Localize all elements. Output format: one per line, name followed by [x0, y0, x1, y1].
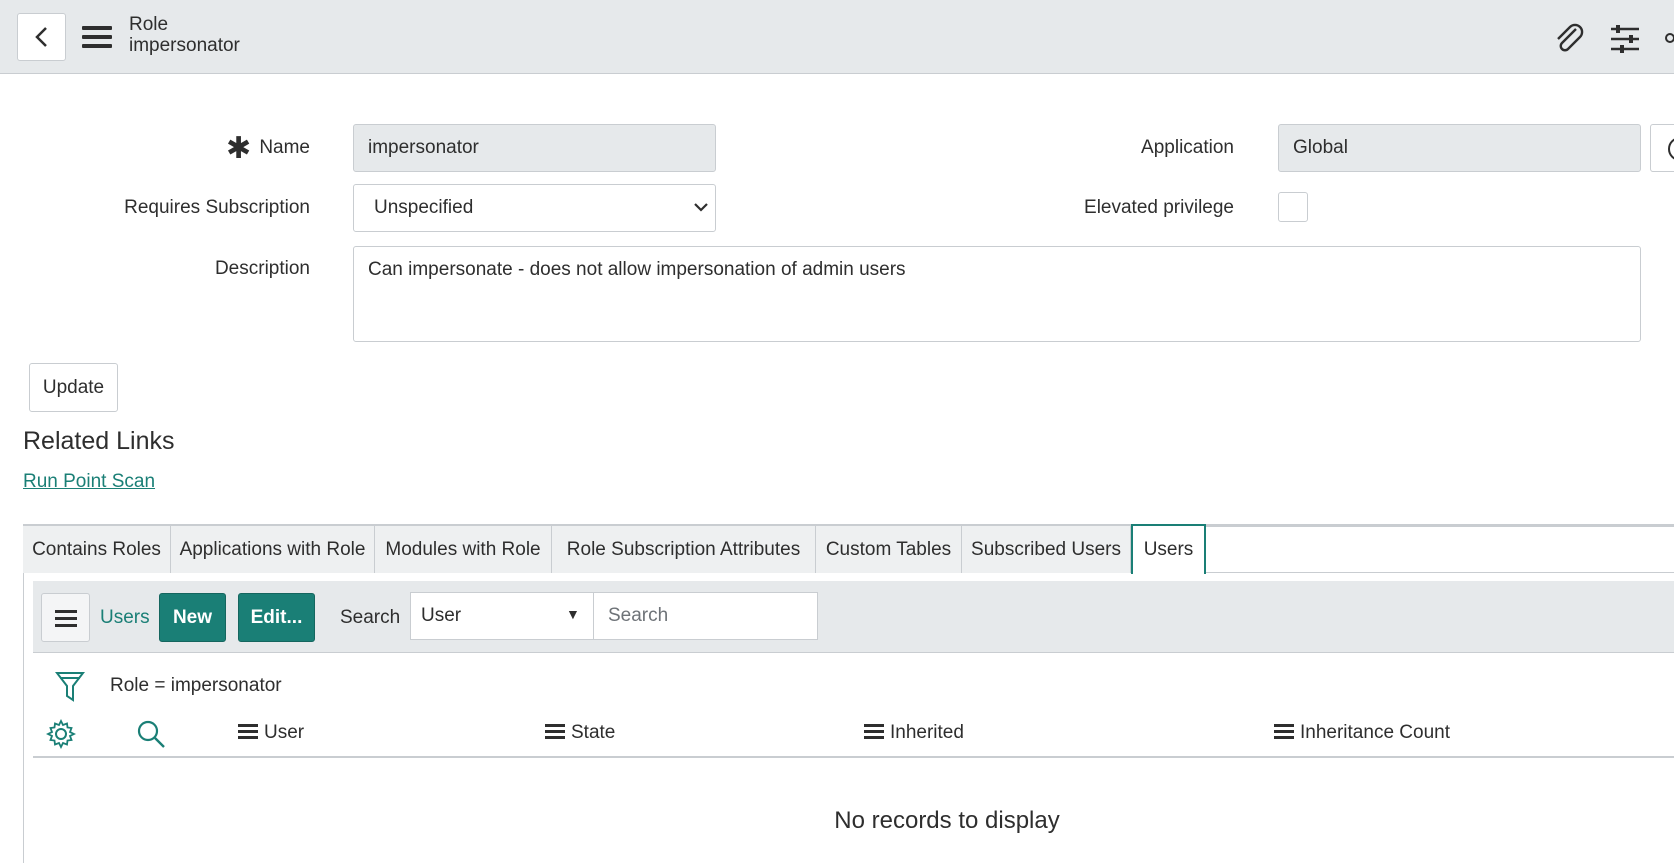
search-input[interactable]: Search: [593, 592, 818, 640]
column-header-divider: [33, 756, 1674, 758]
elevated-privilege-checkbox[interactable]: [1278, 192, 1308, 222]
back-button[interactable]: [17, 13, 66, 61]
column-header-inheritance-count[interactable]: Inheritance Count: [1274, 722, 1450, 744]
application-label: Application: [1141, 137, 1234, 158]
hamburger-menu-icon[interactable]: [82, 26, 112, 48]
tab-subscribed-users[interactable]: Subscribed Users: [962, 526, 1131, 573]
column-header-user[interactable]: User: [238, 722, 304, 744]
name-field[interactable]: impersonator: [353, 124, 716, 172]
filter-breadcrumb[interactable]: Role = impersonator: [110, 675, 282, 697]
name-label: Name: [259, 137, 310, 158]
tab-modules-with-role[interactable]: Modules with Role: [375, 526, 552, 573]
application-info-button[interactable]: [1650, 124, 1674, 172]
tab-users[interactable]: Users: [1131, 524, 1206, 574]
record-type-title: Role: [129, 14, 169, 35]
list-title[interactable]: Users: [100, 607, 150, 629]
list-menu-icon: [55, 610, 77, 631]
form-header: [0, 0, 1674, 74]
caret-down-icon: ▼: [566, 606, 580, 622]
tab-role-subscription-attributes[interactable]: Role Subscription Attributes: [552, 526, 816, 573]
new-button[interactable]: New: [159, 593, 226, 642]
description-label: Description: [214, 258, 310, 279]
column-menu-icon[interactable]: [1274, 724, 1294, 742]
elevated-privilege-label: Elevated privilege: [1084, 197, 1234, 218]
column-menu-icon[interactable]: [545, 724, 565, 742]
tab-custom-tables[interactable]: Custom Tables: [816, 526, 962, 573]
column-header-label: Inheritance Count: [1300, 722, 1450, 743]
more-options-icon[interactable]: [1660, 28, 1674, 48]
tab-applications-with-role[interactable]: Applications with Role: [171, 526, 375, 573]
run-point-scan-link[interactable]: Run Point Scan: [23, 471, 155, 493]
description-textarea[interactable]: Can impersonate - does not allow imperso…: [353, 246, 1641, 342]
info-icon: [1668, 138, 1674, 160]
search-icon[interactable]: [136, 719, 166, 749]
chevron-down-icon: [694, 203, 708, 212]
sliders-settings-icon[interactable]: [1608, 22, 1642, 56]
column-header-state[interactable]: State: [545, 722, 615, 744]
column-header-label: User: [264, 722, 305, 743]
tab-contains-roles[interactable]: Contains Roles: [23, 526, 171, 573]
search-label: Search: [340, 607, 401, 628]
related-links-title: Related Links: [23, 427, 175, 455]
requires-subscription-label: Requires Subscription: [124, 197, 310, 218]
empty-list-message: No records to display: [834, 807, 1060, 834]
column-header-label: Inherited: [890, 722, 964, 743]
chevron-left-icon: [34, 27, 47, 47]
paperclip-icon[interactable]: [1552, 21, 1586, 55]
column-menu-icon[interactable]: [864, 724, 884, 742]
column-header-label: State: [571, 722, 616, 743]
column-menu-icon[interactable]: [238, 724, 258, 742]
requires-subscription-select[interactable]: Unspecified: [353, 184, 716, 232]
edit-button[interactable]: Edit...: [238, 593, 315, 642]
list-menu-button[interactable]: [41, 593, 90, 642]
gear-icon[interactable]: [46, 719, 76, 749]
column-header-inherited[interactable]: Inherited: [864, 722, 964, 744]
filter-icon[interactable]: [55, 670, 85, 704]
record-name-subtitle: impersonator: [129, 35, 240, 56]
update-button[interactable]: Update: [29, 363, 118, 412]
application-field[interactable]: Global: [1278, 124, 1641, 172]
